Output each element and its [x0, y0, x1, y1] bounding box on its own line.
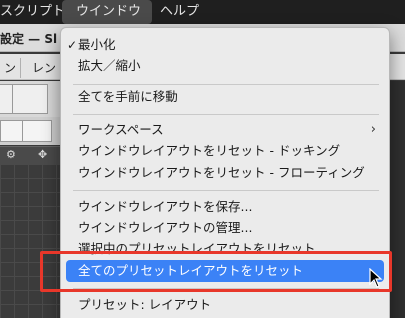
menu-item-label: ワークスペース	[78, 122, 164, 137]
menu-item-label: ウインドウレイアウトをリセット - ドッキング	[78, 143, 341, 158]
check-icon: ✓	[67, 38, 78, 52]
tab-2[interactable]: レン	[28, 58, 62, 78]
menu-item-label: プリセット: レイアウト	[78, 297, 212, 312]
menu-item-reset-floating[interactable]: ウインドウレイアウトをリセット - フローティング	[66, 162, 384, 184]
highlight-annotation-box	[40, 251, 392, 292]
chevron-right-icon: ›	[370, 122, 376, 137]
mouse-pointer-icon	[369, 268, 383, 288]
tool-button[interactable]	[12, 84, 48, 114]
window-title: 設定 — Sl	[0, 32, 58, 46]
menu-item-preset-layout[interactable]: プリセット: レイアウト	[66, 294, 384, 316]
menu-script[interactable]: スクリプト	[0, 0, 65, 24]
menu-separator	[73, 190, 379, 191]
menu-item-bring-all-front[interactable]: 全てを手前に移動	[66, 86, 384, 108]
menu-help[interactable]: ヘルプ	[160, 0, 199, 24]
menu-separator	[73, 114, 379, 115]
menu-separator	[73, 84, 379, 85]
tool-button[interactable]	[22, 120, 52, 142]
menu-bar: スクリプト ウインドウ ヘルプ	[0, 0, 405, 24]
gear-icon[interactable]: ⚙	[6, 148, 16, 161]
menu-item-workspace[interactable]: ワークスペース ›	[66, 119, 384, 141]
tool-button[interactable]	[0, 120, 24, 142]
menu-item-reset-docking[interactable]: ウインドウレイアウトをリセット - ドッキング	[66, 140, 384, 162]
menu-item-manage-layout[interactable]: ウインドウレイアウトの管理...	[66, 217, 384, 239]
move-icon[interactable]: ✥	[38, 148, 47, 161]
menu-item-label: ウインドウレイアウトの管理...	[78, 220, 253, 235]
menu-item-zoom[interactable]: 拡大／縮小	[66, 55, 384, 77]
menu-item-save-layout[interactable]: ウインドウレイアウトを保存...	[66, 196, 384, 218]
menu-item-label: 拡大／縮小	[78, 58, 141, 73]
menu-item-label: ウインドウレイアウトを保存...	[78, 199, 253, 214]
menu-item-label: 全てを手前に移動	[78, 89, 178, 104]
menu-item-label: 最小化	[78, 37, 116, 52]
tab-1[interactable]: ン	[0, 58, 22, 78]
menu-window[interactable]: ウインドウ	[62, 0, 152, 24]
menu-item-minimize[interactable]: ✓ 最小化	[66, 34, 384, 56]
menu-item-label: ウインドウレイアウトをリセット - フローティング	[78, 165, 365, 180]
